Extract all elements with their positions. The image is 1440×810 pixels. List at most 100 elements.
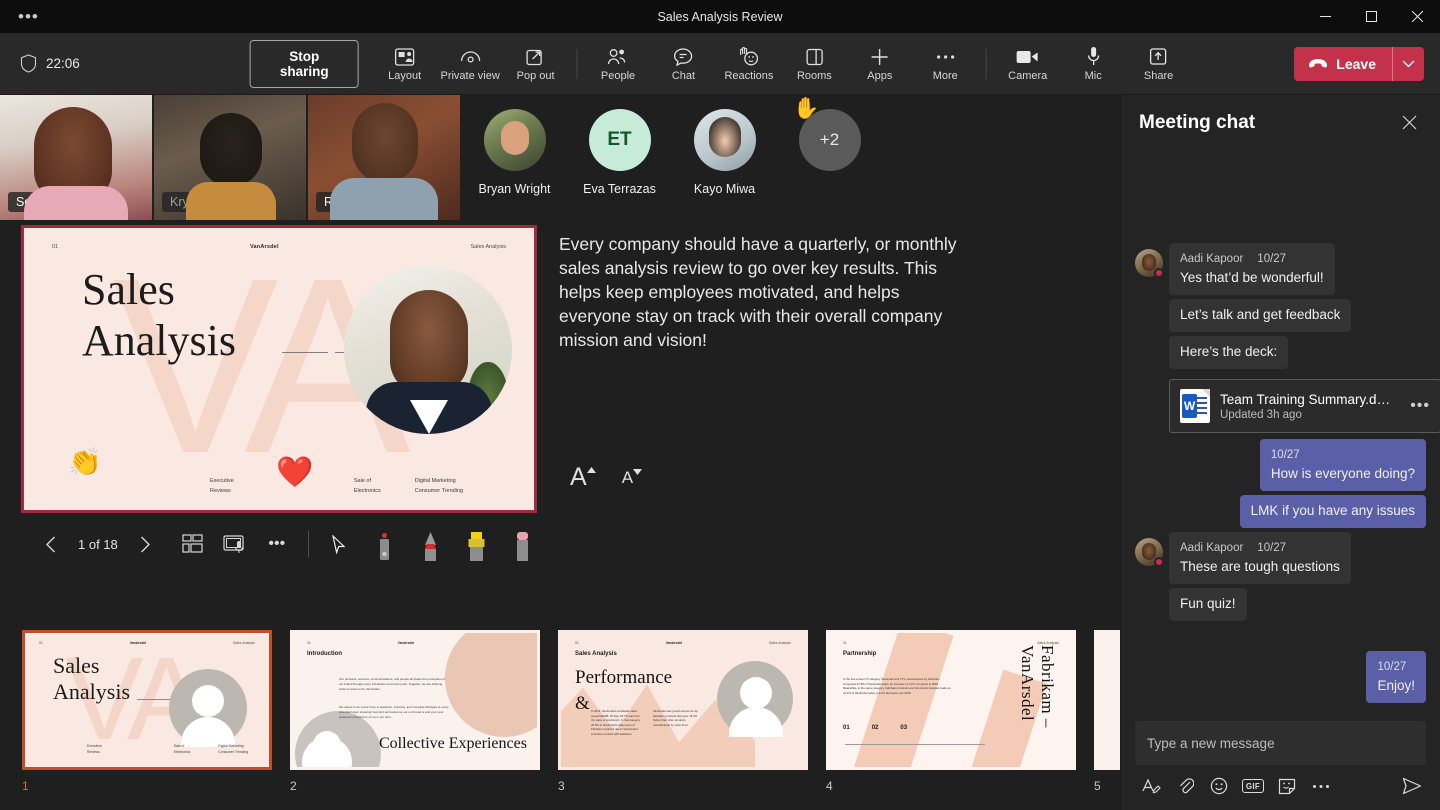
toolbar-label: Layout bbox=[388, 70, 421, 82]
avatar bbox=[1135, 249, 1163, 277]
compose-more-button[interactable] bbox=[1307, 772, 1335, 800]
slide-footer-item: Executive Reviews bbox=[210, 476, 234, 496]
toolbar-item-pop-out[interactable]: Pop out bbox=[504, 42, 567, 86]
leave-button[interactable]: Leave bbox=[1294, 47, 1392, 81]
file-attachment-card[interactable]: W Team Training Summary.docx Updated 3h … bbox=[1169, 379, 1440, 433]
avatar bbox=[694, 109, 756, 171]
sticker-button[interactable] bbox=[1273, 772, 1301, 800]
toolbar-label: Private view bbox=[440, 70, 499, 82]
message-bubble[interactable]: 10/27 Enjoy! bbox=[1366, 651, 1426, 703]
toolbar-item-private-view[interactable]: Private view bbox=[438, 42, 501, 86]
toolbar-item-camera[interactable]: Camera bbox=[996, 42, 1059, 86]
toolbar-item-mic[interactable]: Mic bbox=[1061, 42, 1124, 86]
video-tile-krystal-mckinney[interactable]: 👏 Krystal McKinney bbox=[154, 95, 306, 220]
avatar-tile-bryan-wright[interactable]: Bryan Wright bbox=[462, 95, 567, 196]
toolbar-item-apps[interactable]: Apps bbox=[848, 42, 911, 86]
grid-view-button[interactable] bbox=[176, 527, 210, 561]
red-pen-tool[interactable] bbox=[411, 527, 451, 561]
thumbnail-number: 4 bbox=[826, 779, 1076, 793]
thumb-heading: Partnership bbox=[843, 651, 876, 657]
message-author: Aadi Kapoor bbox=[1180, 250, 1243, 268]
chat-message: 10/27 How is everyone doing? bbox=[1135, 439, 1426, 491]
chat-title: Meeting chat bbox=[1139, 112, 1255, 134]
toolbar-item-people[interactable]: People bbox=[586, 42, 649, 86]
toolbar-item-layout[interactable]: Layout bbox=[373, 42, 436, 86]
elapsed-time: 22:06 bbox=[46, 56, 80, 71]
emoji-button[interactable] bbox=[1205, 772, 1233, 800]
message-bubble[interactable]: Fun quiz! bbox=[1169, 588, 1247, 621]
message-bubble[interactable]: 10/27 How is everyone doing? bbox=[1260, 439, 1426, 491]
thumbnail-slide-3[interactable]: 01 VanArsdel Sales Analysis Sales Analys… bbox=[558, 630, 808, 793]
message-bubble[interactable]: LMK if you have any issues bbox=[1240, 495, 1426, 528]
format-button[interactable] bbox=[1137, 772, 1165, 800]
attach-icon bbox=[1177, 777, 1194, 795]
send-button[interactable] bbox=[1398, 772, 1426, 800]
cursor-tool[interactable] bbox=[323, 527, 357, 561]
message-bubble[interactable]: Let’s talk and get feedback bbox=[1169, 299, 1351, 332]
slide-thumbnail-strip[interactable]: VA 01 VanArsdel Sales Analysis Sales Ana… bbox=[0, 625, 1120, 810]
close-chat-button[interactable] bbox=[1394, 108, 1424, 138]
thumbnail-slide-2[interactable]: 01 VanArsdel Sales Analysis Introduction… bbox=[290, 630, 540, 793]
chat-message: LMK if you have any issues bbox=[1135, 495, 1426, 528]
thumbnail-slide-4[interactable]: 01 VanArsdel Sales Analysis Partnership … bbox=[826, 630, 1076, 793]
slide-footer-item: Sale of Electronics bbox=[354, 476, 381, 496]
decrease-caption-size-button[interactable]: A bbox=[617, 462, 647, 493]
stop-sharing-button[interactable]: Stop sharing bbox=[250, 40, 359, 88]
shared-slide[interactable]: VA 01 VanArsdel Sales Analysis Sales Ana… bbox=[21, 225, 537, 513]
message-meta: Aadi Kapoor 10/27 bbox=[1180, 250, 1324, 268]
leave-button-group[interactable]: Leave bbox=[1294, 47, 1424, 81]
video-tile-ray-tanaka[interactable]: Ray Tanaka bbox=[308, 95, 460, 220]
file-more-menu[interactable]: ••• bbox=[1406, 402, 1430, 410]
next-slide-button[interactable] bbox=[128, 527, 162, 561]
chevron-down-icon bbox=[633, 469, 642, 476]
thumbnail-number: 5 bbox=[1094, 779, 1120, 793]
message-bubble[interactable]: Here’s the deck: bbox=[1169, 336, 1288, 369]
thumb-body-text: We aspire to be a true force in authenti… bbox=[339, 705, 449, 720]
leave-dropdown-button[interactable] bbox=[1393, 50, 1424, 78]
window-title: Sales Analysis Review bbox=[0, 10, 1440, 24]
thumb-heading: Sales Analysis bbox=[575, 651, 617, 657]
toolbar-item-share[interactable]: Share bbox=[1127, 42, 1190, 86]
toolbar-label: Reactions bbox=[724, 70, 773, 82]
toolbar-item-reactions[interactable]: Reactions bbox=[717, 42, 780, 86]
laser-pointer-tool[interactable] bbox=[365, 527, 405, 561]
chat-message: 10/27 Enjoy! bbox=[1135, 651, 1426, 703]
yellow-highlighter-tool[interactable] bbox=[457, 527, 497, 561]
thumbnail-number: 1 bbox=[22, 779, 272, 793]
toolbar-item-chat[interactable]: Chat bbox=[652, 42, 715, 86]
presentation-more-button[interactable]: ••• bbox=[260, 527, 294, 561]
message-meta: Aadi Kapoor 10/27 bbox=[1180, 539, 1340, 557]
chat-message-list[interactable]: Aadi Kapoor 10/27 Yes that’d be wonderfu… bbox=[1121, 150, 1440, 715]
toolbar-divider bbox=[576, 49, 577, 79]
attach-button[interactable] bbox=[1171, 772, 1199, 800]
previous-slide-button[interactable] bbox=[34, 527, 68, 561]
chat-message: Let’s talk and get feedback bbox=[1169, 299, 1426, 332]
hangup-icon bbox=[1308, 58, 1328, 69]
toolbar-item-more[interactable]: More bbox=[914, 42, 977, 86]
avatar-tile-kayo-miwa[interactable]: Kayo Miwa bbox=[672, 95, 777, 196]
message-input[interactable] bbox=[1147, 736, 1414, 751]
message-time: 10/27 bbox=[1271, 446, 1300, 464]
message-bubble[interactable]: Aadi Kapoor 10/27 Yes that’d be wonderfu… bbox=[1169, 243, 1335, 295]
message-text: Here’s the deck: bbox=[1180, 343, 1277, 361]
chat-message: Aadi Kapoor 10/27 Yes that’d be wonderfu… bbox=[1135, 243, 1426, 295]
thumbnail-slide-5[interactable]: 5 bbox=[1094, 630, 1120, 793]
decrease-font-label: A bbox=[622, 465, 633, 490]
message-input-wrapper[interactable] bbox=[1135, 721, 1426, 765]
increase-caption-size-button[interactable]: A bbox=[565, 462, 601, 493]
layout-icon bbox=[395, 46, 415, 68]
message-meta: 10/27 bbox=[1377, 658, 1415, 676]
avatar-tile-overflow[interactable]: ✋ +2 bbox=[777, 95, 882, 171]
slide-counter: 1 of 18 bbox=[68, 537, 128, 552]
eraser-tool[interactable] bbox=[503, 527, 543, 561]
thumbnail-slide-1[interactable]: VA 01 VanArsdel Sales Analysis Sales Ana… bbox=[22, 630, 272, 793]
thumb-title: Sales Analysis bbox=[53, 653, 130, 705]
presenter-view-button[interactable] bbox=[218, 527, 252, 561]
video-tile-serena-davis[interactable]: Serena Davis bbox=[0, 95, 152, 220]
message-bubble[interactable]: Aadi Kapoor 10/27 These are tough questi… bbox=[1169, 532, 1351, 584]
avatar-tile-eva-terrazas[interactable]: ET Eva Terrazas bbox=[567, 95, 672, 196]
toolbar-item-rooms[interactable]: Rooms bbox=[783, 42, 846, 86]
word-document-icon: W bbox=[1180, 389, 1210, 423]
gif-button[interactable]: GIF bbox=[1239, 772, 1267, 800]
laser-pointer-icon bbox=[377, 533, 392, 561]
